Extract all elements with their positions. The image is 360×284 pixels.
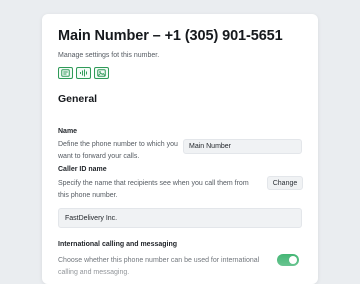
caller-id-description: Specify the name that recipients see whe… bbox=[58, 180, 249, 199]
name-label: Name bbox=[58, 128, 78, 135]
caller-id-label: Caller ID name bbox=[58, 166, 107, 173]
image-icon bbox=[97, 69, 106, 77]
toggle-knob bbox=[289, 256, 297, 264]
icon-toolbar bbox=[58, 67, 109, 79]
page-title: Main Number – +1 (305) 901-5651 bbox=[58, 28, 283, 44]
international-label: International calling and messaging bbox=[58, 241, 178, 248]
message-icon-button[interactable] bbox=[58, 67, 73, 79]
name-description: Define the phone number to which you wan… bbox=[58, 141, 178, 160]
section-title-general: General bbox=[58, 93, 98, 105]
settings-panel: Main Number – +1 (305) 901-5651 Manage s… bbox=[42, 14, 318, 284]
name-input[interactable]: Main Number bbox=[183, 139, 302, 154]
international-description: Choose whether this phone number can be … bbox=[58, 257, 260, 276]
international-toggle[interactable] bbox=[277, 254, 299, 266]
page-subtitle: Manage settings fot this number. bbox=[58, 52, 160, 59]
image-icon-button[interactable] bbox=[94, 67, 109, 79]
message-icon bbox=[61, 69, 70, 77]
voice-waveform-icon-button[interactable] bbox=[76, 67, 91, 79]
caller-id-change-button[interactable]: Change bbox=[267, 176, 303, 190]
voice-waveform-icon bbox=[80, 69, 87, 77]
caller-id-input[interactable]: FastDelivery Inc. bbox=[58, 208, 302, 228]
